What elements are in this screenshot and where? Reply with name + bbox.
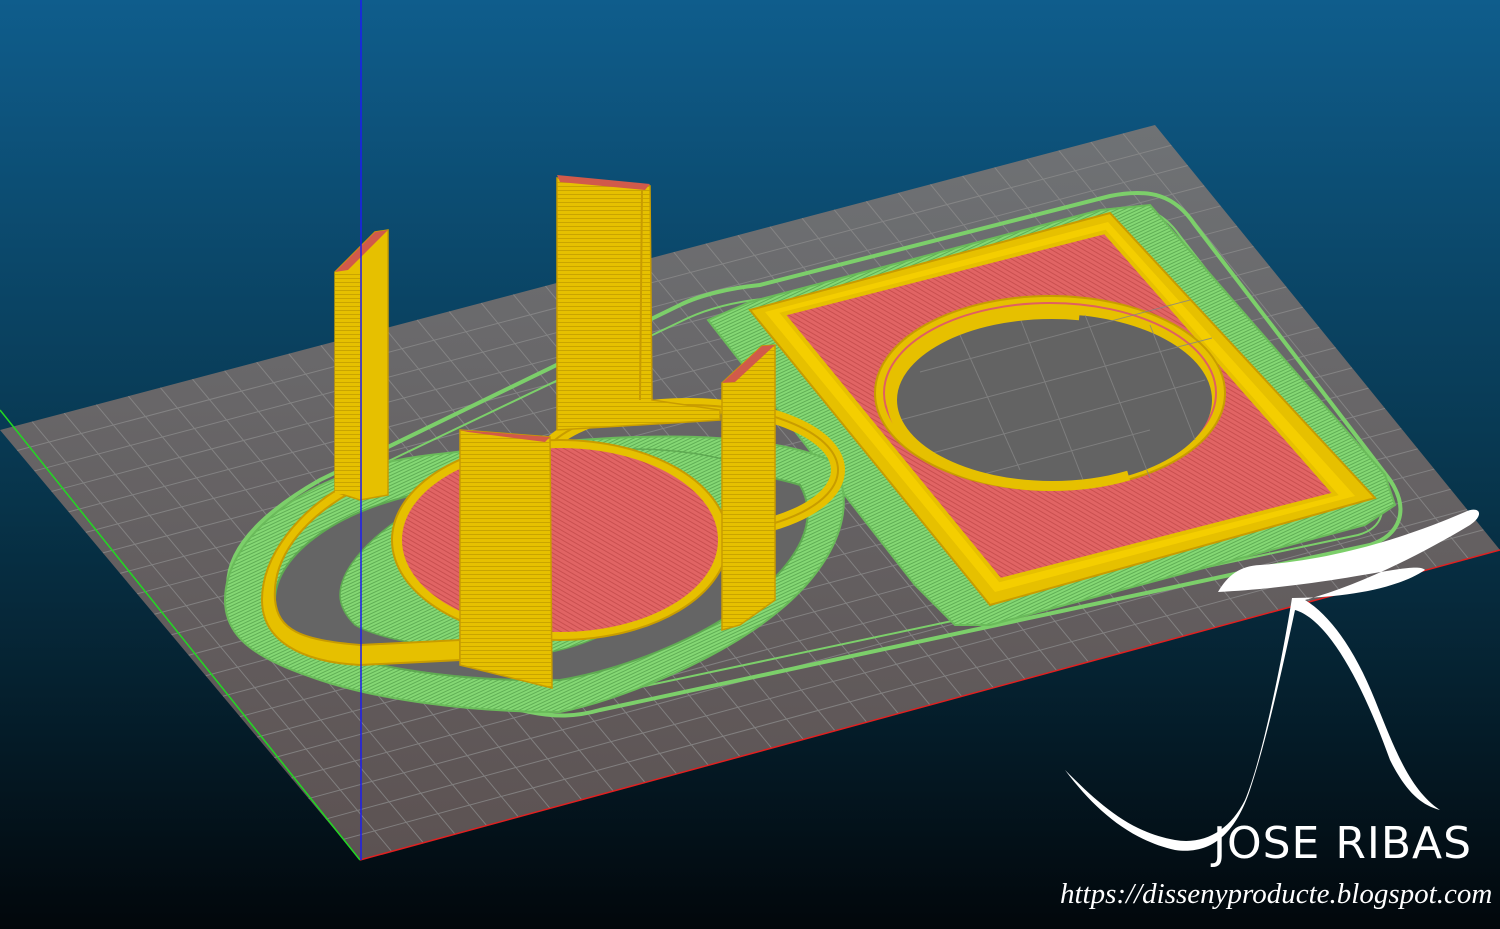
watermark-url[interactable]: https://dissenyproducte.blogspot.com [1060,878,1492,910]
gcode-3d-preview-viewport[interactable]: JOSE RIBAS https://dissenyproducte.blogs… [0,0,1500,929]
pillar-front [459,429,553,689]
watermark-author: JOSE RIBAS [1210,818,1472,869]
pillar-right [721,344,776,631]
